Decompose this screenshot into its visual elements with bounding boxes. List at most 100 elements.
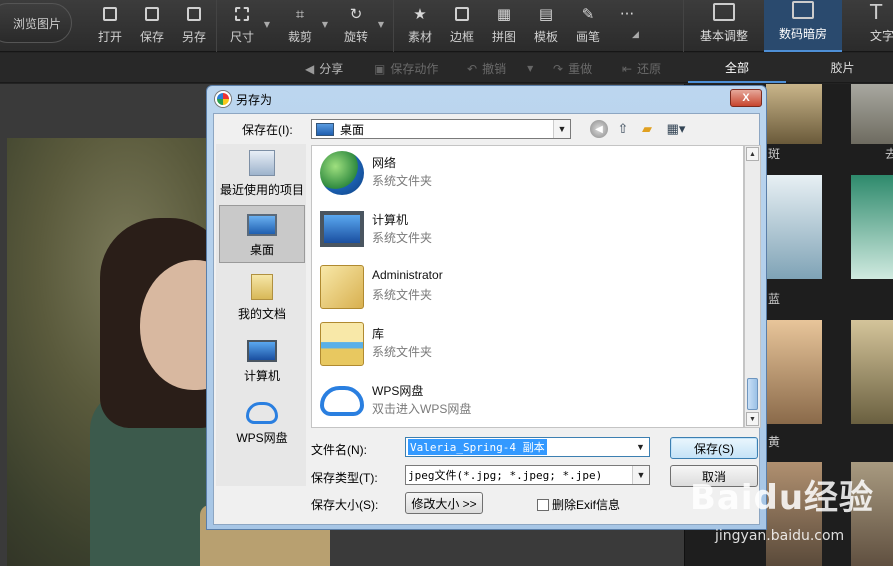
scroll-up-icon[interactable]: ▲ <box>746 147 759 161</box>
scroll-down-icon[interactable]: ▼ <box>746 412 759 426</box>
item-name: Administrator <box>372 268 443 282</box>
undo-button[interactable]: ↶ 撤销 ▼ <box>467 60 533 77</box>
wps-cloud-icon <box>320 386 364 416</box>
share-icon: ◀ <box>305 61 315 76</box>
list-item[interactable]: 库 系统文件夹 <box>320 319 720 373</box>
tab-text-label: 文字 <box>870 29 893 43</box>
filename-field[interactable]: Valeria_Spring-4 副本 ▼ <box>405 437 650 457</box>
resize-button[interactable]: 尺寸 ▼ <box>222 4 270 46</box>
filter-label: 斑 <box>768 147 781 161</box>
place-label: 我的文档 <box>237 307 286 321</box>
chevron-down-icon[interactable]: ▼ <box>632 466 649 484</box>
tab-film-filters[interactable]: 胶片 <box>792 53 893 83</box>
template-icon: ▤ <box>538 5 554 23</box>
file-list: 网络 系统文件夹 计算机 系统文件夹 Administrator 系统文件夹 库… <box>311 145 744 428</box>
place-computer[interactable]: 计算机 <box>219 330 305 388</box>
scroll-thumb[interactable] <box>747 378 758 410</box>
watermark-url: jingyan.baidu.com <box>715 528 845 544</box>
expand-triangle-icon[interactable]: ◢ <box>632 30 639 40</box>
item-type: 系统文件夹 <box>372 174 433 188</box>
share-button[interactable]: ◀ 分享 <box>305 60 343 77</box>
chevron-down-icon[interactable]: ▼ <box>322 20 328 29</box>
redo-button[interactable]: ↷ 重做 <box>553 60 592 77</box>
chevron-down-icon[interactable]: ▼ <box>527 64 533 73</box>
brush-label: 画笔 <box>575 30 600 44</box>
redo-label: 重做 <box>568 62 593 76</box>
filter-thumbnail[interactable] <box>851 175 893 279</box>
checkbox-icon[interactable] <box>537 498 549 511</box>
item-name: WPS网盘 <box>372 384 424 398</box>
filetype-dropdown[interactable]: jpeg文件(*.jpg; *.jpeg; *.jpe) ▼ <box>405 465 650 485</box>
save-icon <box>144 6 160 22</box>
place-wps-cloud[interactable]: WPS网盘 <box>219 392 305 450</box>
view-menu-icon[interactable]: ▦▾ <box>662 120 690 138</box>
places-bar: 最近使用的项目 桌面 我的文档 计算机 WPS网盘 <box>216 144 306 486</box>
tab-all-filters[interactable]: 全部 <box>688 53 786 83</box>
border-label: 边框 <box>449 30 474 44</box>
filter-thumbnail[interactable] <box>851 84 893 144</box>
main-toolbar: 浏览图片 打开 保存 另存 尺寸 ▼ ⌗ 裁剪 ▼ ↻ 旋转 ▼ ★ 素材 边框… <box>0 0 893 52</box>
list-item[interactable]: 计算机 系统文件夹 <box>320 205 720 259</box>
collage-button[interactable]: ▦ 拼图 <box>484 4 524 46</box>
place-label: 桌面 <box>249 243 274 257</box>
list-item[interactable]: Administrator 系统文件夹 <box>320 262 720 316</box>
filter-thumbnail[interactable] <box>766 84 822 144</box>
more-icon: ··· <box>619 5 635 23</box>
filter-thumbnail[interactable] <box>766 175 822 279</box>
resize-dialog-button[interactable]: 修改大小 >> <box>405 492 483 514</box>
crop-button[interactable]: ⌗ 裁剪 ▼ <box>280 4 328 46</box>
place-desktop[interactable]: 桌面 <box>219 205 305 263</box>
filter-thumbnail[interactable] <box>766 320 822 424</box>
brush-button[interactable]: ✎ 画笔 <box>568 4 608 46</box>
camera-icon <box>792 1 814 19</box>
tab-digital-darkroom[interactable]: 数码暗房 <box>764 0 842 52</box>
crop-icon: ⌗ <box>295 5 305 23</box>
list-item[interactable]: WPS网盘 双击进入WPS网盘 <box>320 376 720 427</box>
remove-exif-checkbox[interactable]: 删除Exif信息 <box>537 496 620 513</box>
save-as-button[interactable]: 另存 <box>174 4 214 46</box>
item-name: 计算机 <box>372 213 409 227</box>
chevron-down-icon[interactable]: ▼ <box>632 438 649 456</box>
tab-digital-darkroom-label: 数码暗房 <box>778 27 827 41</box>
file-list-scrollbar[interactable]: ▲ ▼ <box>744 145 761 428</box>
filter-thumbnail[interactable] <box>851 320 893 424</box>
toolbar-separator <box>216 0 217 52</box>
chevron-down-icon[interactable]: ▼ <box>553 120 570 138</box>
user-folder-icon <box>320 265 364 309</box>
toolbar-separator <box>683 0 684 52</box>
chevron-down-icon[interactable]: ▼ <box>378 20 384 29</box>
save-action-button[interactable]: ▣ 保存动作 <box>374 60 438 77</box>
template-button[interactable]: ▤ 模板 <box>526 4 566 46</box>
rotate-button[interactable]: ↻ 旋转 ▼ <box>336 4 384 46</box>
chevron-down-icon[interactable]: ▼ <box>264 20 270 29</box>
material-button[interactable]: ★ 素材 <box>400 4 440 46</box>
new-folder-icon[interactable]: ▰ <box>638 120 656 138</box>
list-item[interactable]: 网络 系统文件夹 <box>320 148 720 202</box>
save-button[interactable]: 保存 <box>132 4 172 46</box>
close-button[interactable]: X <box>730 89 762 107</box>
tab-text[interactable]: T 文字 <box>846 0 893 52</box>
border-button[interactable]: 边框 <box>442 4 482 46</box>
filetype-label: 保存类型(T): <box>311 471 378 485</box>
place-my-documents[interactable]: 我的文档 <box>219 268 305 326</box>
save-label: 保存 <box>139 30 164 44</box>
place-recent-items[interactable]: 最近使用的项目 <box>219 144 305 202</box>
wps-cloud-icon <box>246 402 278 424</box>
item-type: 系统文件夹 <box>372 231 433 245</box>
redo-icon: ↷ <box>553 61 564 76</box>
back-icon[interactable]: ◀ <box>590 120 608 138</box>
save-dialog-button[interactable]: 保存(S) <box>670 437 758 459</box>
tab-basic-adjust[interactable]: 基本调整 <box>688 0 760 52</box>
save-in-label: 保存在(I): <box>242 123 293 137</box>
toolbar-separator <box>393 0 394 52</box>
filename-value: Valeria_Spring-4 副本 <box>408 439 547 455</box>
more-button[interactable]: ··· <box>607 4 647 46</box>
open-button[interactable]: 打开 <box>90 4 130 46</box>
save-in-dropdown[interactable]: 桌面 ▼ <box>311 119 571 139</box>
restore-button[interactable]: ⇤ 还原 <box>622 60 661 77</box>
up-folder-icon[interactable]: ⇧ <box>614 120 632 138</box>
save-action-icon: ▣ <box>374 61 386 76</box>
remove-exif-label: 删除Exif信息 <box>552 498 621 512</box>
recent-items-icon <box>249 150 275 176</box>
browse-images-button[interactable]: 浏览图片 <box>0 3 72 43</box>
